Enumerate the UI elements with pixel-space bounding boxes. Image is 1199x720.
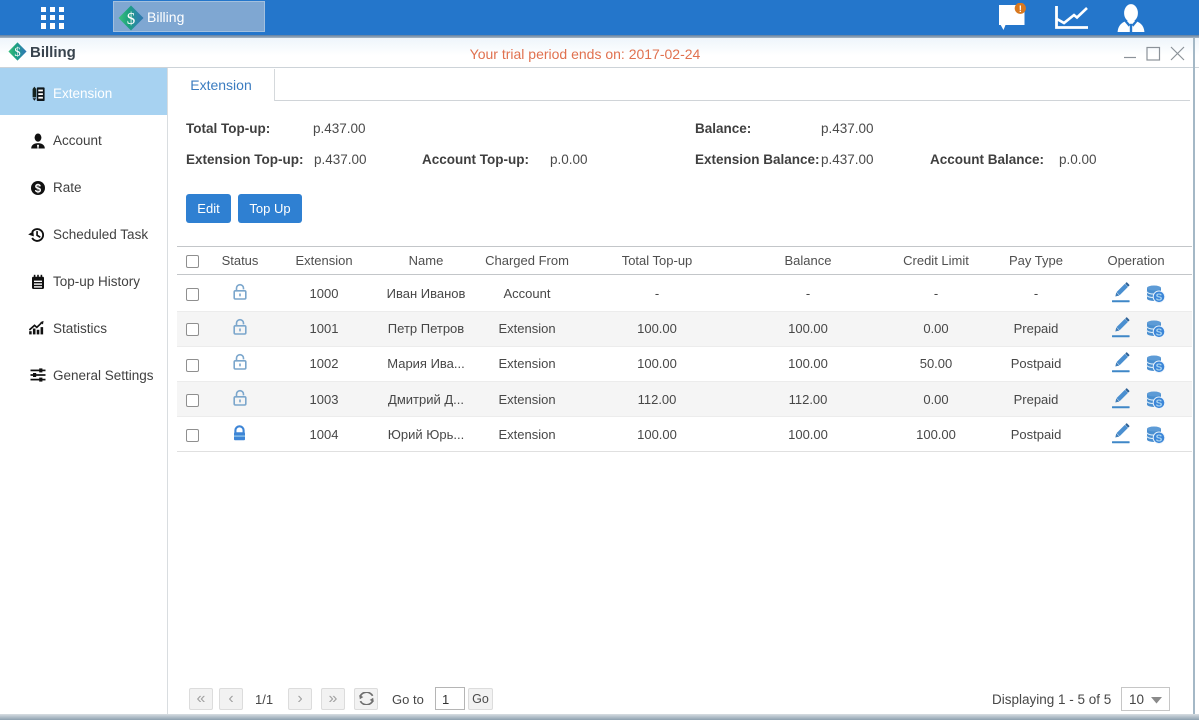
svg-text:$: $ [127,9,136,28]
svg-text:$: $ [14,45,20,59]
svg-text:S: S [1156,433,1163,443]
svg-text:S: S [1156,363,1163,373]
svg-text:$: $ [35,183,42,195]
svg-text:S: S [1156,398,1163,408]
svg-text:S: S [1156,293,1163,303]
svg-text:S: S [1156,328,1163,338]
svg-text:!: ! [1019,4,1022,15]
